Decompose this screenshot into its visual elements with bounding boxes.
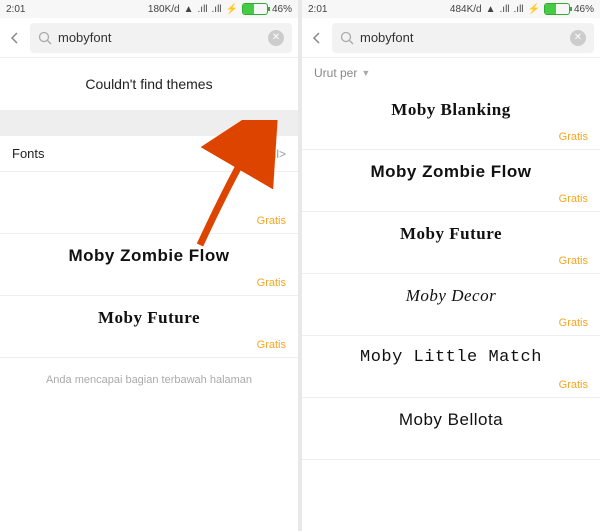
sort-label: Urut per [314, 66, 357, 80]
battery-icon [242, 3, 268, 15]
section-title: Fonts [12, 146, 45, 161]
signal-icon: .ıll [514, 4, 524, 15]
clock: 2:01 [308, 4, 327, 15]
fonts-section-header: Fonts View all> [0, 136, 298, 172]
font-item[interactable]: Moby Future Gratis [0, 296, 298, 358]
font-price: Gratis [559, 317, 588, 329]
font-price: Gratis [559, 193, 588, 205]
search-input[interactable] [360, 30, 564, 45]
font-name: Moby Zombie Flow [314, 162, 588, 182]
charge-icon: ⚡ [528, 4, 540, 15]
battery-icon [544, 3, 570, 15]
right-screen: 2:01 484K/d ▲ .ıll .ıll ⚡ 46% ✕ Urut per… [302, 0, 600, 531]
back-icon[interactable] [308, 29, 326, 47]
search-box[interactable]: ✕ [30, 23, 292, 53]
font-item[interactable]: Moby Future Gratis [302, 212, 600, 274]
font-price: Gratis [559, 379, 588, 391]
status-bar: 2:01 180K/d ▲ .ıll .ıll ⚡ 46% [0, 0, 298, 18]
font-item[interactable]: Gratis [0, 172, 298, 234]
font-list: Moby Blanking Gratis Moby Zombie Flow Grati… [302, 88, 600, 460]
font-name: Moby Little Match [314, 348, 588, 367]
view-all-link[interactable]: View all> [238, 147, 286, 161]
font-price: Gratis [257, 277, 286, 289]
font-item[interactable]: Moby Zombie Flow Gratis [0, 234, 298, 296]
search-box[interactable]: ✕ [332, 23, 594, 53]
font-item[interactable]: Moby Little Match Gratis [302, 336, 600, 398]
signal-icon: .ıll [212, 4, 222, 15]
clock: 2:01 [6, 4, 25, 15]
search-row: ✕ [302, 18, 600, 58]
section-gap [0, 110, 298, 136]
search-row: ✕ [0, 18, 298, 58]
font-name: Moby Blanking [314, 100, 588, 120]
end-of-list-msg: Anda mencapai bagian terbawah halaman [0, 358, 298, 402]
net-speed: 180K/d [148, 4, 180, 15]
font-price: Gratis [559, 131, 588, 143]
font-item[interactable]: Moby Bellota [302, 398, 600, 460]
font-name: Moby Zombie Flow [12, 246, 286, 266]
search-input[interactable] [58, 30, 262, 45]
battery-pct: 46% [272, 4, 292, 15]
signal-icon: .ıll [198, 4, 208, 15]
charge-icon: ⚡ [226, 4, 238, 15]
wifi-icon: ▲ [486, 4, 496, 15]
font-item[interactable]: Moby Blanking Gratis [302, 88, 600, 150]
wifi-icon: ▲ [184, 4, 194, 15]
status-bar: 2:01 484K/d ▲ .ıll .ıll ⚡ 46% [302, 0, 600, 18]
font-price: Gratis [257, 339, 286, 351]
signal-icon: .ıll [500, 4, 510, 15]
font-price: Gratis [559, 255, 588, 267]
font-name: Moby Decor [314, 286, 588, 306]
font-name: Moby Future [12, 308, 286, 328]
chevron-down-icon: ▼ [361, 68, 370, 78]
font-name: Moby Bellota [314, 410, 588, 430]
clear-icon[interactable]: ✕ [268, 30, 284, 46]
font-list: Gratis Moby Zombie Flow Gratis Moby Future G… [0, 172, 298, 358]
font-name: Moby Future [314, 224, 588, 244]
search-icon [340, 31, 354, 45]
not-found-msg: Couldn't find themes [0, 58, 298, 110]
back-icon[interactable] [6, 29, 24, 47]
font-item[interactable]: Moby Decor Gratis [302, 274, 600, 336]
net-speed: 484K/d [450, 4, 482, 15]
battery-pct: 46% [574, 4, 594, 15]
search-icon [38, 31, 52, 45]
clear-icon[interactable]: ✕ [570, 30, 586, 46]
font-price: Gratis [257, 215, 286, 227]
font-item[interactable]: Moby Zombie Flow Gratis [302, 150, 600, 212]
sort-dropdown[interactable]: Urut per ▼ [302, 58, 600, 88]
left-screen: 2:01 180K/d ▲ .ıll .ıll ⚡ 46% ✕ Couldn't… [0, 0, 298, 531]
